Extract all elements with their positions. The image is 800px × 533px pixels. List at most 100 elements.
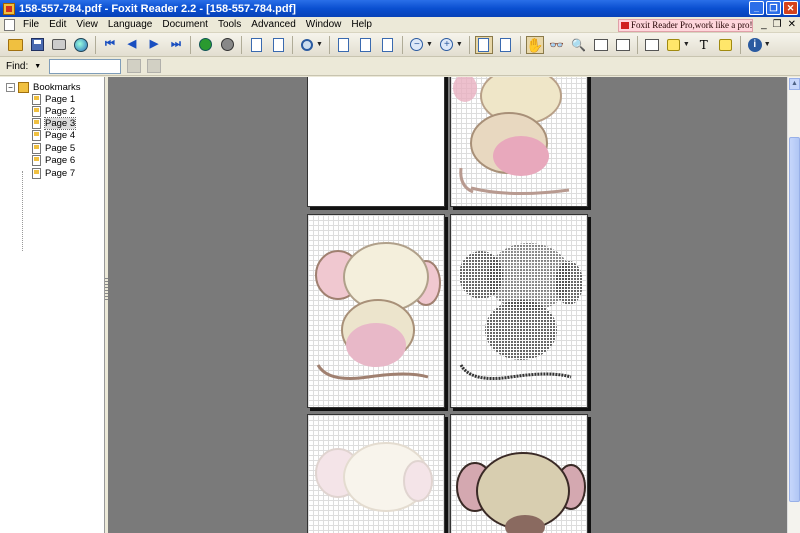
menu-view[interactable]: View — [71, 17, 103, 33]
go-back-icon — [198, 38, 212, 51]
highlight-dropdown-arrow[interactable]: ▼ — [683, 41, 690, 48]
page-thumbnail-mouse-symbols[interactable] — [450, 214, 588, 408]
foxit-app-icon[interactable] — [3, 2, 15, 15]
bookmark-page-4[interactable]: Page 4 — [32, 130, 75, 141]
scrollbar-thumb[interactable] — [789, 137, 800, 502]
document-viewport[interactable] — [108, 77, 787, 533]
scroll-up-arrow[interactable]: ▲ — [789, 78, 800, 90]
thumbnails-panel-button[interactable] — [497, 36, 515, 54]
doc-close-button[interactable]: ✕ — [788, 19, 796, 30]
hand-tool-button[interactable]: ✋ — [525, 35, 544, 54]
collapse-expander[interactable]: − — [6, 83, 15, 92]
menu-file[interactable]: File — [18, 17, 44, 33]
bookmark-page-5[interactable]: Page 5 — [32, 143, 75, 154]
find-previous-button[interactable] — [127, 59, 142, 73]
bookmark-page-6[interactable]: Page 6 — [32, 155, 75, 166]
menu-language[interactable]: Language — [103, 17, 158, 33]
bookmarks-root[interactable]: − Bookmarks — [6, 82, 81, 93]
bookmark-page-icon — [32, 168, 41, 179]
menu-advanced[interactable]: Advanced — [246, 17, 300, 33]
page-thumbnail-blank[interactable] — [307, 77, 445, 207]
page-thumbnail-mouse-pale[interactable] — [307, 214, 445, 408]
first-page-button[interactable]: ⏮ — [101, 36, 119, 54]
bookmark-page-2[interactable]: Page 2 — [32, 106, 75, 117]
zoom-dropdown-arrow[interactable]: ▼ — [316, 41, 323, 48]
bookmark-page-3[interactable]: Page 3 — [32, 117, 77, 130]
maximize-button[interactable]: ❐ — [766, 1, 781, 15]
save-button[interactable] — [28, 36, 46, 54]
menu-document[interactable]: Document — [157, 17, 213, 33]
close-button[interactable]: ✕ — [783, 1, 798, 15]
previous-page-button[interactable]: ◀ — [123, 36, 141, 54]
minimize-button[interactable]: _ — [749, 1, 764, 15]
print-button[interactable] — [50, 36, 68, 54]
select-text-button[interactable] — [592, 36, 610, 54]
toolbar-separator — [95, 35, 96, 54]
zoom-in-icon: + — [440, 38, 454, 51]
menu-window[interactable]: Window — [301, 17, 347, 33]
zoom-in-button[interactable]: + — [438, 36, 456, 54]
rotate-left-button[interactable] — [247, 36, 265, 54]
info-dropdown-arrow[interactable]: ▼ — [764, 41, 771, 48]
toolbar-separator — [468, 35, 470, 54]
fit-page-button[interactable] — [357, 36, 375, 54]
bookmark-page-icon — [32, 106, 41, 117]
page-thumbnail-mouse-color[interactable] — [450, 77, 588, 207]
open-folder-icon — [7, 38, 23, 51]
open-button[interactable] — [6, 36, 24, 54]
zoom-out-dropdown-arrow[interactable]: ▼ — [426, 41, 433, 48]
cross-stitch-symbol-chart — [459, 243, 583, 380]
title-bar: 158-557-784.pdf - Foxit Reader 2.2 - [15… — [0, 0, 800, 17]
glasses-button[interactable]: 👓 — [548, 36, 566, 54]
go-back-button[interactable] — [196, 36, 214, 54]
bookmark-label: Page 2 — [45, 106, 76, 117]
highlight-icon — [667, 38, 681, 51]
text-tool-button[interactable]: T — [695, 36, 713, 54]
menu-help[interactable]: Help — [346, 17, 377, 33]
doc-restore-button[interactable]: ❐ — [773, 19, 782, 30]
globe-icon — [74, 37, 88, 52]
bookmarks-panel-button[interactable] — [474, 35, 493, 54]
typewriter-icon — [644, 38, 659, 51]
menu-tools[interactable]: Tools — [213, 17, 246, 33]
zoom-in-dropdown-arrow[interactable]: ▼ — [456, 41, 463, 48]
actual-size-button[interactable] — [335, 36, 353, 54]
zoom-out-button[interactable]: − — [408, 36, 426, 54]
snapshot-button[interactable] — [614, 36, 632, 54]
page-thumbnail-mouse-dark[interactable] — [450, 414, 588, 533]
bookmark-label: Page 1 — [45, 94, 76, 105]
highlight-button[interactable] — [665, 36, 683, 54]
bookmark-label-selected: Page 3 — [43, 117, 77, 130]
vertical-scrollbar[interactable]: ▲ — [787, 77, 800, 533]
bookmark-label: Page 7 — [45, 168, 76, 179]
fit-width-button[interactable] — [379, 36, 397, 54]
find-input[interactable] — [49, 58, 122, 74]
page-thumbnail-mouse-faint[interactable] — [307, 414, 445, 533]
flag-icon — [621, 22, 629, 29]
menu-edit[interactable]: Edit — [44, 17, 71, 33]
tree-connector — [22, 171, 23, 251]
zoom-tool-button[interactable] — [298, 36, 316, 54]
find-options-dropdown[interactable]: ▼ — [34, 63, 41, 70]
bookmarks-root-label: Bookmarks — [33, 82, 81, 93]
cross-stitch-mouse-image — [453, 77, 570, 196]
find-button[interactable]: 🔍 — [570, 36, 588, 54]
window-title: 158-557-784.pdf - Foxit Reader 2.2 - [15… — [19, 2, 296, 15]
web-button[interactable] — [72, 36, 90, 54]
next-page-button[interactable]: ▶ — [145, 36, 163, 54]
cross-stitch-mouse-image — [456, 452, 586, 533]
bookmarks-sidebar: − Bookmarks Page 1 Page 2 Page 3 Page 4 … — [0, 77, 105, 533]
note-button[interactable] — [717, 36, 735, 54]
find-next-button[interactable] — [147, 59, 162, 73]
rotate-right-button[interactable] — [269, 36, 287, 54]
bookmark-page-1[interactable]: Page 1 — [32, 94, 75, 105]
info-button[interactable]: i — [746, 36, 764, 54]
promo-banner[interactable]: Foxit Reader Pro,work like a pro! — [618, 19, 753, 32]
bookmark-page-7[interactable]: Page 7 — [32, 168, 75, 179]
document-icon[interactable] — [4, 18, 15, 31]
typewriter-button[interactable] — [643, 36, 661, 54]
doc-minimize-button[interactable]: _ — [761, 19, 767, 30]
go-forward-button[interactable] — [218, 36, 236, 54]
last-page-button[interactable]: ⏭ — [167, 36, 185, 54]
bookmark-label: Page 4 — [45, 130, 76, 141]
